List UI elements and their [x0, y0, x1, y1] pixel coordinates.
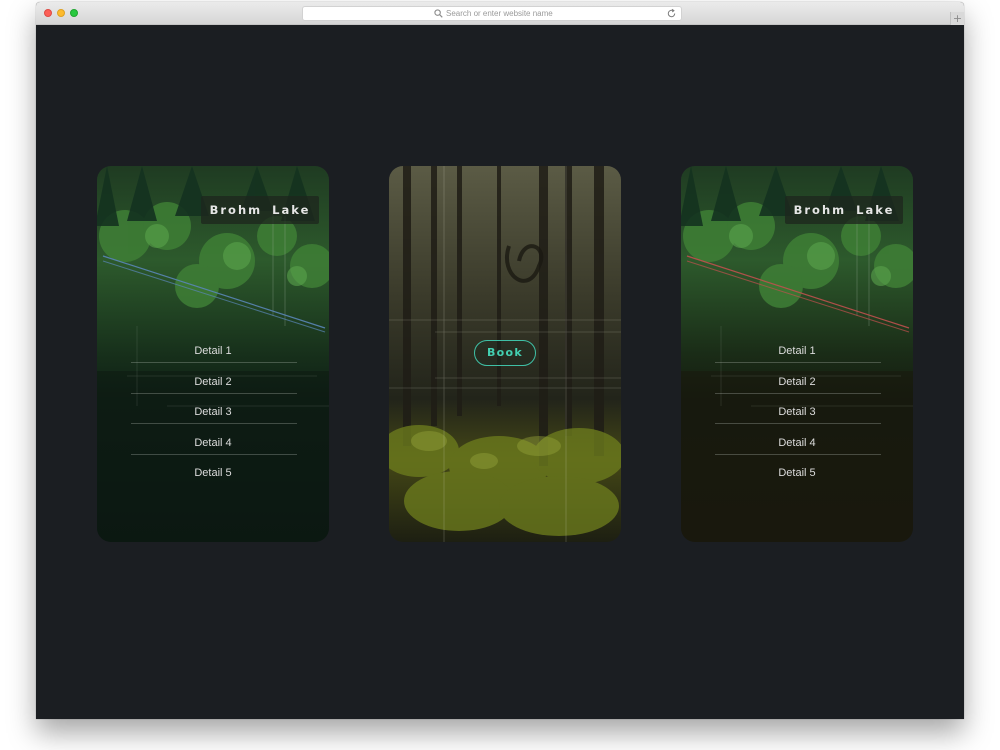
reload-icon[interactable]	[666, 8, 677, 19]
detail-label: Detail 3	[778, 406, 816, 419]
detail-label: Detail 5	[778, 467, 816, 480]
card-title: Brohm Lake	[201, 196, 319, 224]
card-brohm-lake-blue[interactable]: Brohm Lake Detail 1 Detail 2 Detail 3 De…	[97, 166, 329, 542]
detail-label: Detail 2	[778, 375, 816, 388]
book-button[interactable]: Book	[474, 340, 536, 366]
detail-item[interactable]: Detail 2	[97, 371, 329, 402]
detail-item[interactable]: Detail 2	[681, 371, 913, 402]
detail-item[interactable]: Detail 4	[97, 432, 329, 463]
detail-label: Detail 3	[194, 406, 232, 419]
new-tab-button[interactable]: +	[950, 12, 964, 25]
divider	[131, 392, 297, 394]
divider	[715, 423, 881, 425]
detail-item[interactable]: Detail 1	[681, 340, 913, 371]
detail-list: Detail 1 Detail 2 Detail 3 Detail 4 Deta…	[681, 340, 913, 493]
detail-item[interactable]: Detail 1	[97, 340, 329, 371]
divider	[715, 453, 881, 455]
card-title: Brohm Lake	[785, 196, 903, 224]
detail-item[interactable]: Detail 3	[681, 401, 913, 432]
zoom-window-button[interactable]	[70, 9, 78, 17]
detail-item[interactable]: Detail 5	[681, 462, 913, 493]
detail-label: Detail 5	[194, 467, 232, 480]
page-content: Brohm Lake Detail 1 Detail 2 Detail 3 De…	[36, 25, 964, 719]
detail-label: Detail 2	[194, 375, 232, 388]
detail-label: Detail 1	[194, 345, 232, 357]
detail-label: Detail 4	[778, 436, 816, 449]
card-book[interactable]: Book	[389, 166, 621, 542]
close-window-button[interactable]	[44, 9, 52, 17]
divider	[715, 392, 881, 394]
search-icon	[434, 9, 443, 18]
address-bar[interactable]: Search or enter website name	[302, 6, 682, 21]
detail-item[interactable]: Detail 3	[97, 401, 329, 432]
minimize-window-button[interactable]	[57, 9, 65, 17]
address-bar-placeholder: Search or enter website name	[446, 9, 553, 18]
divider	[131, 423, 297, 425]
detail-item[interactable]: Detail 5	[97, 462, 329, 493]
detail-label: Detail 4	[194, 436, 232, 449]
divider	[715, 362, 881, 363]
detail-label: Detail 1	[778, 345, 816, 357]
detail-list: Detail 1 Detail 2 Detail 3 Detail 4 Deta…	[97, 340, 329, 493]
divider	[131, 362, 297, 363]
divider	[131, 453, 297, 455]
browser-titlebar: Search or enter website name +	[36, 2, 964, 25]
detail-item[interactable]: Detail 4	[681, 432, 913, 463]
card-brohm-lake-red[interactable]: Brohm Lake Detail 1 Detail 2 Detail 3 De…	[681, 166, 913, 542]
browser-window: Search or enter website name + Brohm Lak…	[36, 2, 964, 719]
